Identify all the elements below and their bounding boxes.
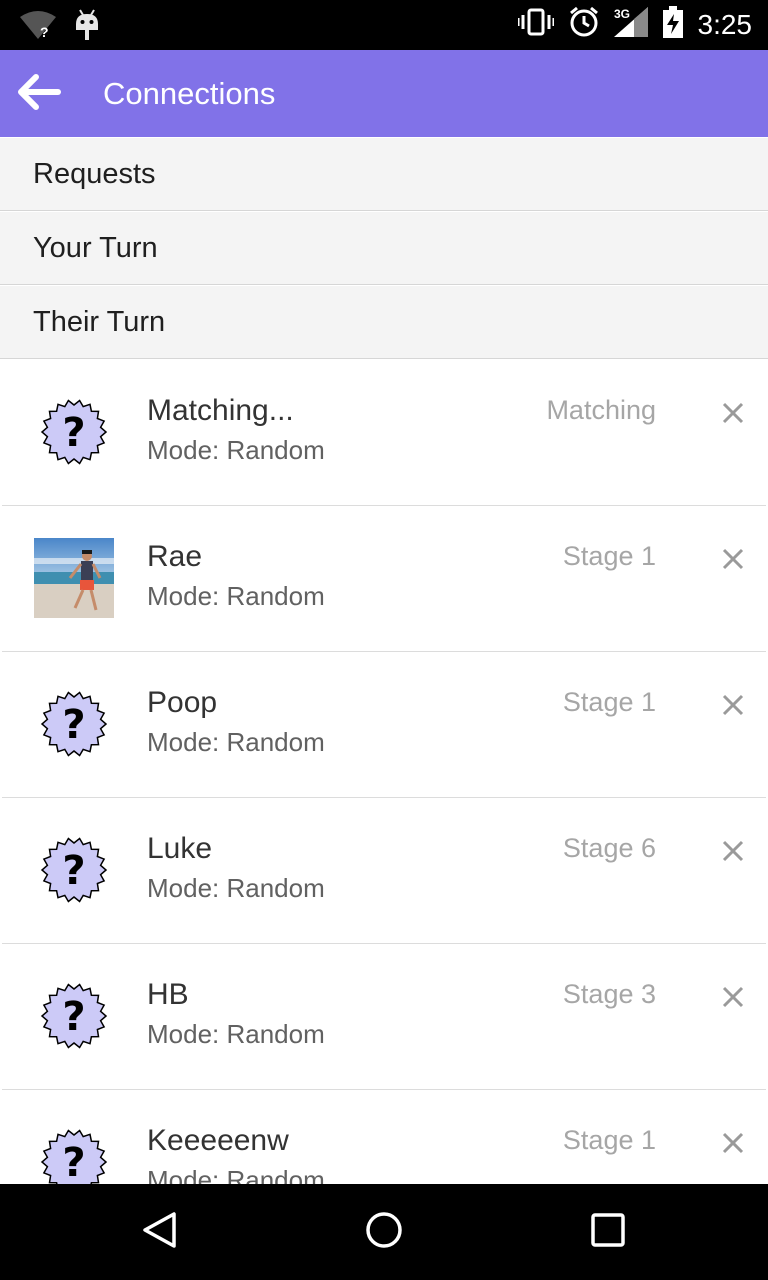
connection-status: Stage 6 — [562, 833, 656, 863]
connection-name: HB — [147, 978, 189, 1011]
svg-text:?: ? — [62, 410, 85, 456]
network-label: 3G — [614, 7, 630, 21]
status-time: 3:25 — [697, 8, 753, 40]
close-icon — [722, 402, 744, 429]
connection-mode: Mode: Random — [147, 873, 325, 903]
connection-name: Luke — [147, 832, 213, 865]
connection-mode: Mode: Random — [147, 1165, 325, 1184]
svg-text:?: ? — [62, 848, 85, 894]
back-button[interactable] — [10, 68, 66, 120]
section-label: Your Turn — [33, 232, 158, 264]
status-bar: ? 3G 3:25 — [0, 0, 768, 50]
connection-status: Matching — [546, 395, 656, 425]
close-icon — [722, 986, 744, 1013]
wifi-unknown-icon: ? — [18, 9, 58, 46]
close-icon — [722, 1132, 744, 1159]
android-icon — [74, 8, 100, 47]
connection-name: Keeeeenw — [147, 1124, 289, 1157]
nav-back-button[interactable] — [132, 1204, 188, 1260]
connection-status: Stage 1 — [562, 541, 656, 571]
list-item[interactable]: ? Keeeeenw Mode: Random Stage 1 — [0, 1090, 768, 1184]
svg-text:?: ? — [62, 1140, 85, 1184]
section-label: Requests — [33, 158, 156, 190]
connection-status: Stage 1 — [562, 1125, 656, 1155]
signal-3g-icon: 3G — [613, 7, 648, 42]
connection-mode: Mode: Random — [147, 1019, 325, 1049]
list-item[interactable]: ? HB Mode: Random Stage 3 — [0, 944, 768, 1090]
nav-recents-icon — [588, 1210, 628, 1255]
remove-button[interactable] — [716, 398, 750, 432]
question-badge-icon: ? — [34, 976, 114, 1056]
connection-mode: Mode: Random — [147, 435, 325, 465]
question-badge-icon: ? — [34, 830, 114, 910]
remove-button[interactable] — [716, 836, 750, 870]
nav-back-icon — [140, 1210, 180, 1255]
alarm-icon — [568, 6, 600, 43]
list-item[interactable]: ? Luke Mode: Random Stage 6 — [0, 798, 768, 944]
question-badge-icon: ? — [34, 1122, 114, 1184]
section-your-turn[interactable]: Your Turn — [0, 212, 768, 285]
nav-home-button[interactable] — [356, 1204, 412, 1260]
battery-charging-icon — [662, 6, 684, 43]
section-their-turn[interactable]: Their Turn — [0, 286, 768, 359]
close-icon — [722, 548, 744, 575]
connection-name: Matching... — [147, 394, 294, 427]
vibrate-icon — [517, 7, 554, 42]
connection-mode: Mode: Random — [147, 727, 325, 757]
remove-button[interactable] — [716, 544, 750, 578]
list-item[interactable]: Rae Mode: Random Stage 1 — [0, 506, 768, 652]
question-badge-icon: ? — [34, 392, 114, 472]
beach-photo — [34, 538, 114, 618]
remove-button[interactable] — [716, 1128, 750, 1162]
connection-mode: Mode: Random — [147, 581, 325, 611]
nav-home-icon — [364, 1210, 404, 1255]
remove-button[interactable] — [716, 690, 750, 724]
connection-status: Stage 3 — [562, 979, 656, 1009]
section-requests[interactable]: Requests — [0, 138, 768, 211]
arrow-left-icon — [14, 72, 62, 117]
page-title: Connections — [103, 76, 276, 111]
navigation-bar — [0, 1184, 768, 1280]
app-bar: Connections — [0, 50, 768, 137]
list-item[interactable]: ? Poop Mode: Random Stage 1 — [0, 652, 768, 798]
connection-name: Poop — [147, 686, 218, 719]
section-label: Their Turn — [33, 306, 166, 338]
close-icon — [722, 694, 744, 721]
nav-recents-button[interactable] — [580, 1204, 636, 1260]
wifi-badge: ? — [40, 24, 49, 40]
svg-text:?: ? — [62, 994, 85, 1040]
connection-name: Rae — [147, 540, 203, 573]
connection-status: Stage 1 — [562, 687, 656, 717]
list-item[interactable]: ? Matching... Mode: Random Matching — [0, 360, 768, 506]
remove-button[interactable] — [716, 982, 750, 1016]
svg-text:?: ? — [62, 702, 85, 748]
connections-list: ? Matching... Mode: Random Matching Rae … — [0, 360, 768, 1184]
question-badge-icon: ? — [34, 684, 114, 764]
close-icon — [722, 840, 744, 867]
